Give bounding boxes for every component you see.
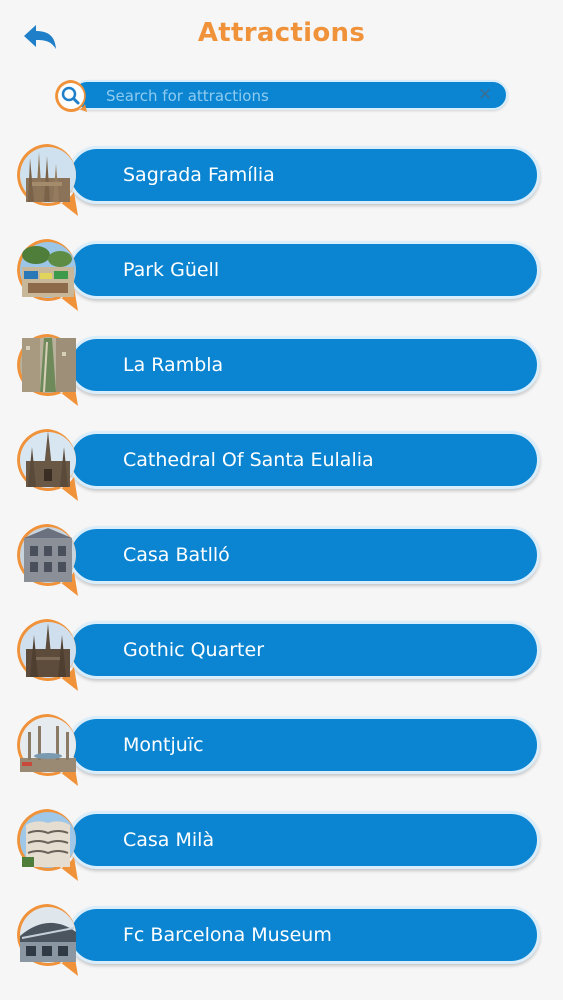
list-item-sagrada-familia[interactable]: Sagrada Família (14, 142, 542, 218)
list-item-label: Casa Batlló (123, 544, 230, 566)
fc-barcelona-museum-thumbnail (17, 904, 78, 976)
list-item-gothic-quarter[interactable]: Gothic Quarter (14, 617, 542, 693)
page-title: Attractions (197, 18, 366, 48)
list-item-label: Montjuïc (123, 734, 204, 756)
close-icon: ✕ (477, 85, 493, 105)
list-item-label: Park Güell (123, 259, 220, 281)
cathedral-thumbnail (17, 429, 78, 501)
clear-search-button[interactable]: ✕ (476, 85, 494, 105)
list-item-label: Casa Milà (123, 829, 215, 851)
la-rambla-thumbnail (17, 334, 78, 406)
list-item-la-rambla[interactable]: La Rambla (14, 332, 542, 408)
casa-mila-thumbnail (17, 809, 78, 881)
list-item-label: Fc Barcelona Museum (123, 924, 332, 946)
casa-batllo-thumbnail (17, 524, 78, 596)
search-icon (55, 80, 87, 112)
list-item-label: Gothic Quarter (123, 639, 265, 661)
list-item-park-guell[interactable]: Park Güell (14, 237, 542, 313)
header-bar: Attractions (0, 0, 563, 72)
list-item-cathedral-of-santa-eulalia[interactable]: Cathedral Of Santa Eulalia (14, 427, 542, 503)
search-bar: ✕ (54, 79, 509, 113)
search-field-container: ✕ (72, 80, 508, 110)
list-item-casa-mila[interactable]: Casa Milà (14, 807, 542, 883)
sagrada-familia-thumbnail (17, 144, 78, 216)
list-item-label: La Rambla (123, 354, 224, 376)
search-icon-badge (54, 79, 88, 113)
list-item-montjuic[interactable]: Montjuïc (14, 712, 542, 788)
park-guell-thumbnail (17, 239, 78, 311)
gothic-quarter-thumbnail (17, 619, 78, 691)
list-item-label: Cathedral Of Santa Eulalia (123, 449, 374, 471)
list-item-casa-batllo[interactable]: Casa Batlló (14, 522, 542, 598)
montjuic-thumbnail (17, 714, 78, 786)
list-item-fc-barcelona-museum[interactable]: Fc Barcelona Museum (14, 902, 542, 978)
search-input[interactable] (104, 84, 468, 108)
list-item-label: Sagrada Família (123, 164, 275, 186)
